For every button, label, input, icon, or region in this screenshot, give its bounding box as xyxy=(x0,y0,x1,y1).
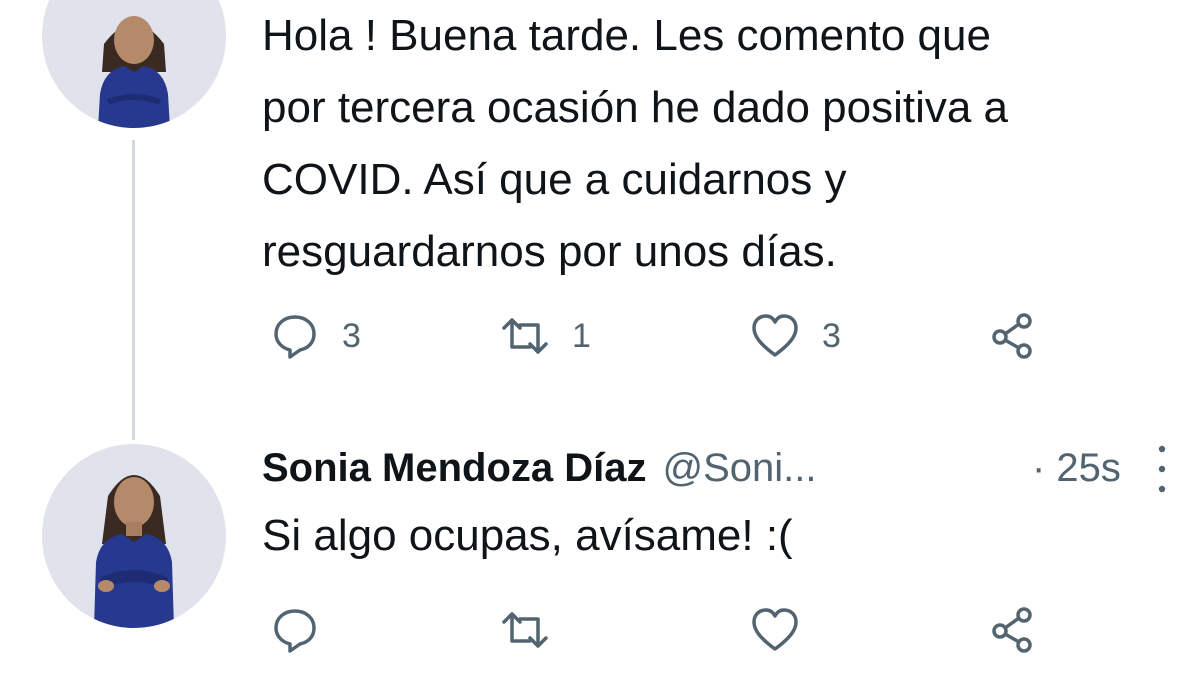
tweet-text-line: Si algo ocupas, avísame! :( xyxy=(262,511,793,560)
tweet-text: Si algo ocupas, avísame! :( xyxy=(262,500,793,572)
avatar-image xyxy=(42,444,226,628)
tweet-text: Hola ! Buena tarde. Les comento que por … xyxy=(262,0,1008,288)
display-name[interactable]: Sonia Mendoza Díaz xyxy=(262,446,647,491)
share-button[interactable] xyxy=(988,600,1038,660)
thread-connector-line xyxy=(132,140,135,440)
tweet-text-line: resguardarnos por unos días. xyxy=(262,227,837,276)
retweet-icon xyxy=(502,612,548,648)
avatar-image xyxy=(42,0,226,128)
retweet-button[interactable]: 1 xyxy=(500,306,591,366)
heart-icon xyxy=(752,314,798,357)
like-button[interactable] xyxy=(750,600,800,660)
retweet-button[interactable] xyxy=(500,600,550,660)
tweet-text-line: Hola ! Buena tarde. Les comento que xyxy=(262,11,991,60)
tweet-text-line: por tercera ocasión he dado positiva a xyxy=(262,83,1009,132)
tweet-timestamp[interactable]: · 25s xyxy=(1032,438,1121,498)
like-button[interactable]: 3 xyxy=(750,306,841,366)
tweet-text-line: COVID. Así que a cuidarnos y xyxy=(262,155,847,204)
retweet-icon xyxy=(502,318,548,354)
avatar[interactable] xyxy=(42,444,226,628)
like-count: 3 xyxy=(822,316,841,355)
reply-count: 3 xyxy=(342,316,361,355)
share-button[interactable] xyxy=(988,306,1038,366)
user-handle[interactable]: @Soni... xyxy=(663,446,817,491)
retweet-count: 1 xyxy=(572,316,591,355)
tweet-actions xyxy=(262,600,1062,660)
reply-icon xyxy=(274,315,316,359)
share-icon xyxy=(992,313,1032,359)
share-icon xyxy=(992,607,1032,653)
avatar[interactable] xyxy=(42,0,226,128)
reply-button[interactable]: 3 xyxy=(270,306,361,366)
reply-button[interactable] xyxy=(270,600,320,660)
reply-icon xyxy=(274,609,316,653)
heart-icon xyxy=(752,608,798,651)
tweet-actions: 3 1 3 xyxy=(262,306,1062,366)
more-vertical-icon xyxy=(1158,445,1166,493)
more-options-button[interactable] xyxy=(1150,441,1174,497)
